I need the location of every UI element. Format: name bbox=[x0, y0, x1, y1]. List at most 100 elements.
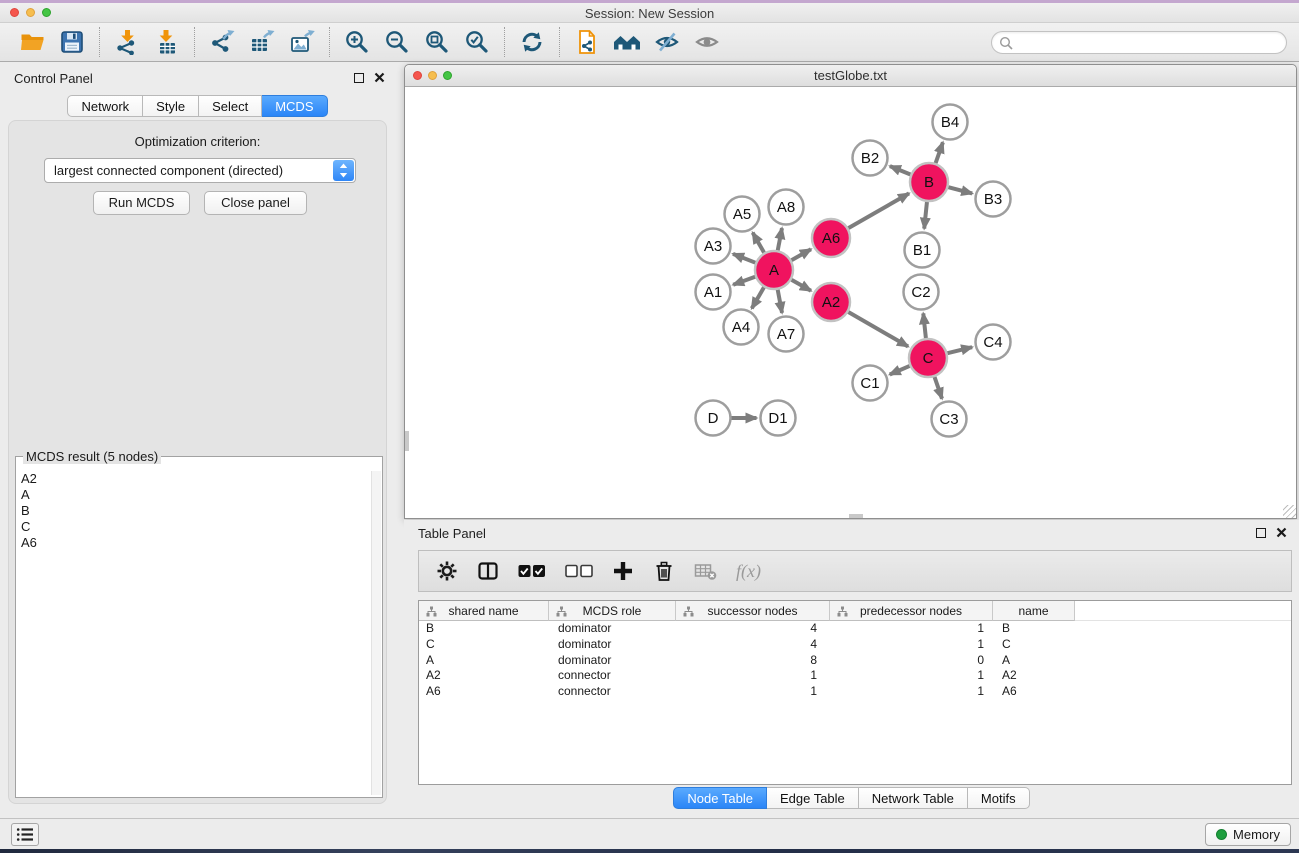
table-row-a[interactable]: Adominator80A bbox=[419, 653, 1291, 669]
zoom-in-button[interactable] bbox=[337, 26, 377, 58]
tab-select[interactable]: Select bbox=[199, 95, 262, 117]
mcds-result-item-a2[interactable]: A2 bbox=[17, 471, 370, 487]
zoom-window-button[interactable] bbox=[42, 8, 51, 17]
table-row-a2[interactable]: A2connector11A2 bbox=[419, 668, 1291, 684]
search-input[interactable] bbox=[1016, 33, 1278, 52]
graph-edge-C-C2[interactable] bbox=[923, 313, 926, 338]
graph-edge-C-C4[interactable] bbox=[947, 347, 972, 353]
graph-edge-B-B3[interactable] bbox=[948, 187, 972, 193]
graph-node-C1[interactable]: C1 bbox=[853, 366, 888, 401]
mcds-result-item-c[interactable]: C bbox=[17, 519, 370, 535]
table-settings-button[interactable] bbox=[436, 558, 458, 584]
cell-MCDS-role[interactable]: dominator bbox=[549, 653, 676, 669]
table-tab-node-table[interactable]: Node Table bbox=[673, 787, 767, 809]
mcds-result-item-a[interactable]: A bbox=[17, 487, 370, 503]
graph-node-A[interactable]: A bbox=[755, 251, 793, 289]
cell-shared-name[interactable]: B bbox=[419, 621, 549, 637]
graph-node-A8[interactable]: A8 bbox=[769, 190, 804, 225]
graph-edge-B-B4[interactable] bbox=[936, 142, 943, 163]
import-table-button[interactable] bbox=[147, 26, 187, 58]
float-panel-icon[interactable] bbox=[1256, 528, 1266, 538]
graph-edge-A2-C[interactable] bbox=[848, 312, 908, 347]
cell-MCDS-role[interactable]: connector bbox=[549, 668, 676, 684]
graph-node-C[interactable]: C bbox=[909, 339, 947, 377]
delete-table-button[interactable] bbox=[694, 558, 717, 584]
cell-predecessor-nodes[interactable]: 0 bbox=[830, 653, 993, 669]
column-visibility-button[interactable] bbox=[477, 558, 499, 584]
close-panel-icon[interactable] bbox=[1276, 527, 1287, 538]
graph-node-A2[interactable]: A2 bbox=[812, 283, 850, 321]
cell-predecessor-nodes[interactable]: 1 bbox=[830, 621, 993, 637]
cell-successor-nodes[interactable]: 8 bbox=[676, 653, 830, 669]
cell-name[interactable]: C bbox=[993, 637, 1075, 653]
resize-grip[interactable] bbox=[1283, 505, 1296, 518]
table-tab-motifs[interactable]: Motifs bbox=[968, 787, 1030, 809]
mcds-result-item-a6[interactable]: A6 bbox=[17, 535, 370, 551]
network-close-button[interactable] bbox=[413, 71, 422, 80]
cell-name[interactable]: A bbox=[993, 653, 1075, 669]
cell-predecessor-nodes[interactable]: 1 bbox=[830, 668, 993, 684]
graph-node-A5[interactable]: A5 bbox=[725, 197, 760, 232]
graph-edge-C-C3[interactable] bbox=[935, 377, 942, 399]
mcds-result-scrollbar[interactable] bbox=[371, 471, 381, 795]
table-row-b[interactable]: Bdominator41B bbox=[419, 621, 1291, 637]
cell-predecessor-nodes[interactable]: 1 bbox=[830, 637, 993, 653]
show-all-button[interactable] bbox=[687, 26, 727, 58]
network-graph[interactable]: AA1A2A3A4A5A6A7A8BB1B2B3B4CC1C2C3C4DD1 bbox=[405, 87, 1296, 518]
graph-node-C4[interactable]: C4 bbox=[976, 325, 1011, 360]
export-network-button[interactable] bbox=[202, 26, 242, 58]
cell-MCDS-role[interactable]: dominator bbox=[549, 637, 676, 653]
close-panel-button[interactable]: Close panel bbox=[204, 191, 307, 215]
apply-layout-button[interactable] bbox=[512, 26, 552, 58]
table-tab-edge-table[interactable]: Edge Table bbox=[767, 787, 859, 809]
zoom-fit-button[interactable] bbox=[417, 26, 457, 58]
graph-node-B1[interactable]: B1 bbox=[905, 233, 940, 268]
cell-successor-nodes[interactable]: 1 bbox=[676, 668, 830, 684]
graph-node-A1[interactable]: A1 bbox=[696, 275, 731, 310]
cell-MCDS-role[interactable]: dominator bbox=[549, 621, 676, 637]
graph-edge-A-A4[interactable] bbox=[752, 287, 764, 308]
graph-edge-A-A1[interactable] bbox=[733, 277, 755, 285]
table-tab-network-table[interactable]: Network Table bbox=[859, 787, 968, 809]
mcds-result-item-b[interactable]: B bbox=[17, 503, 370, 519]
cell-name[interactable]: A6 bbox=[993, 684, 1075, 700]
criterion-dropdown[interactable]: largest connected component (directed) bbox=[44, 158, 356, 183]
table-row-a6[interactable]: A6connector11A6 bbox=[419, 684, 1291, 700]
select-all-button[interactable] bbox=[518, 558, 546, 584]
cell-name[interactable]: A2 bbox=[993, 668, 1075, 684]
network-minimize-button[interactable] bbox=[428, 71, 437, 80]
home-neighbors-button[interactable] bbox=[607, 26, 647, 58]
close-window-button[interactable] bbox=[10, 8, 19, 17]
deselect-all-button[interactable] bbox=[565, 558, 593, 584]
column-header-predecessor-nodes[interactable]: predecessor nodes bbox=[830, 601, 993, 621]
network-hscrollbar[interactable] bbox=[849, 514, 863, 518]
task-history-button[interactable] bbox=[11, 823, 39, 846]
graph-node-D[interactable]: D bbox=[696, 401, 731, 436]
graph-node-D1[interactable]: D1 bbox=[761, 401, 796, 436]
column-header-name[interactable]: name bbox=[993, 601, 1075, 621]
save-session-button[interactable] bbox=[52, 26, 92, 58]
cell-MCDS-role[interactable]: connector bbox=[549, 684, 676, 700]
cell-name[interactable]: B bbox=[993, 621, 1075, 637]
graph-node-B3[interactable]: B3 bbox=[976, 182, 1011, 217]
clone-network-button[interactable] bbox=[567, 26, 607, 58]
minimize-window-button[interactable] bbox=[26, 8, 35, 17]
cell-successor-nodes[interactable]: 1 bbox=[676, 684, 830, 700]
graph-edge-A-A3[interactable] bbox=[733, 254, 755, 263]
graph-node-A6[interactable]: A6 bbox=[812, 219, 850, 257]
cell-predecessor-nodes[interactable]: 1 bbox=[830, 684, 993, 700]
column-header-MCDS-role[interactable]: MCDS role bbox=[549, 601, 676, 621]
graph-node-B2[interactable]: B2 bbox=[853, 141, 888, 176]
zoom-selected-button[interactable] bbox=[457, 26, 497, 58]
export-image-button[interactable] bbox=[282, 26, 322, 58]
graph-edge-B-B1[interactable] bbox=[924, 202, 927, 229]
table-row-c[interactable]: Cdominator41C bbox=[419, 637, 1291, 653]
column-header-successor-nodes[interactable]: successor nodes bbox=[676, 601, 830, 621]
graph-node-A7[interactable]: A7 bbox=[769, 317, 804, 352]
add-column-button[interactable] bbox=[612, 558, 634, 584]
tab-style[interactable]: Style bbox=[143, 95, 199, 117]
mcds-result-list[interactable]: A2ABCA6 bbox=[17, 471, 370, 796]
graph-node-A4[interactable]: A4 bbox=[724, 310, 759, 345]
cell-shared-name[interactable]: A bbox=[419, 653, 549, 669]
network-canvas[interactable]: AA1A2A3A4A5A6A7A8BB1B2B3B4CC1C2C3C4DD1 bbox=[405, 87, 1296, 518]
